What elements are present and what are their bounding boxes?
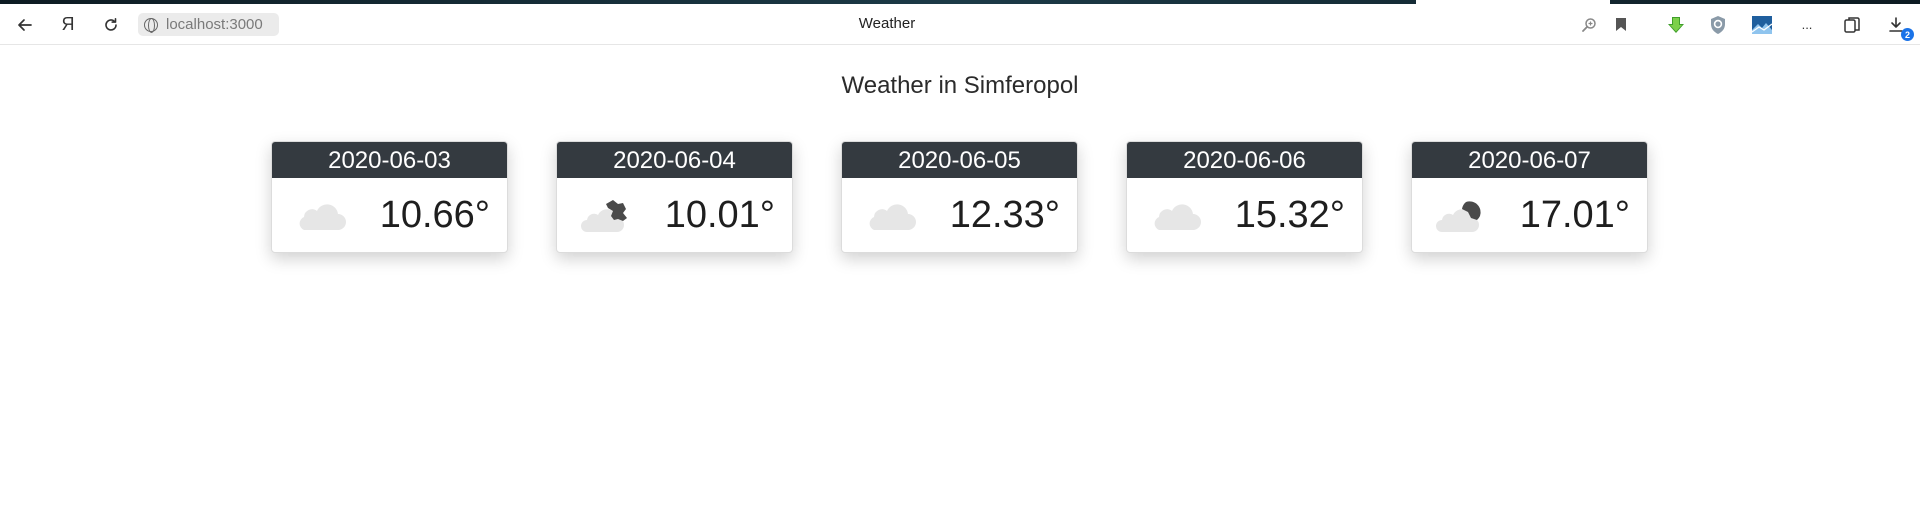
bookmark-icon[interactable] xyxy=(1610,4,1632,45)
zoom-icon[interactable] xyxy=(1577,4,1601,45)
cloud-icon xyxy=(869,204,916,230)
forecast-card: 2020-06-03 10.66° xyxy=(271,141,508,253)
forecast-card: 2020-06-07 17.01° xyxy=(1411,141,1648,253)
forecast-date: 2020-06-06 xyxy=(1127,142,1362,178)
tab-title: Weather xyxy=(858,15,916,32)
forecast-temperature: 15.32° xyxy=(1234,194,1345,236)
forecast-date: 2020-06-03 xyxy=(272,142,507,178)
downloads-count-badge: 2 xyxy=(1901,28,1914,41)
download-extension-icon[interactable] xyxy=(1663,4,1689,45)
forecast-temperature: 17.01° xyxy=(1519,194,1630,236)
cloud-broken-dark-icon xyxy=(581,200,627,232)
more-icon[interactable]: ... xyxy=(1797,4,1817,45)
forecast-date: 2020-06-05 xyxy=(842,142,1077,178)
cloud-dark-icon xyxy=(1436,201,1481,232)
forecast-card: 2020-06-05 12.33° xyxy=(841,141,1078,253)
cloud-icon xyxy=(299,204,346,230)
forecast-temperature: 10.01° xyxy=(664,194,775,236)
collections-icon[interactable] xyxy=(1840,4,1864,45)
forecast-card: 2020-06-06 15.32° xyxy=(1126,141,1363,253)
forecast-temperature: 12.33° xyxy=(949,194,1060,236)
image-extension-icon[interactable] xyxy=(1749,4,1775,45)
forecast-date: 2020-06-04 xyxy=(557,142,792,178)
cloud-icon xyxy=(1154,204,1201,230)
forecast-date: 2020-06-07 xyxy=(1412,142,1647,178)
browser-toolbar: Я localhost:3000 Weather ... 2 xyxy=(0,4,1920,45)
page-heading: Weather in Simferopol xyxy=(841,72,1079,99)
forecast-temperature: 10.66° xyxy=(379,194,490,236)
shield-icon[interactable] xyxy=(1706,4,1730,45)
forecast-card: 2020-06-04 10.01° xyxy=(556,141,793,253)
